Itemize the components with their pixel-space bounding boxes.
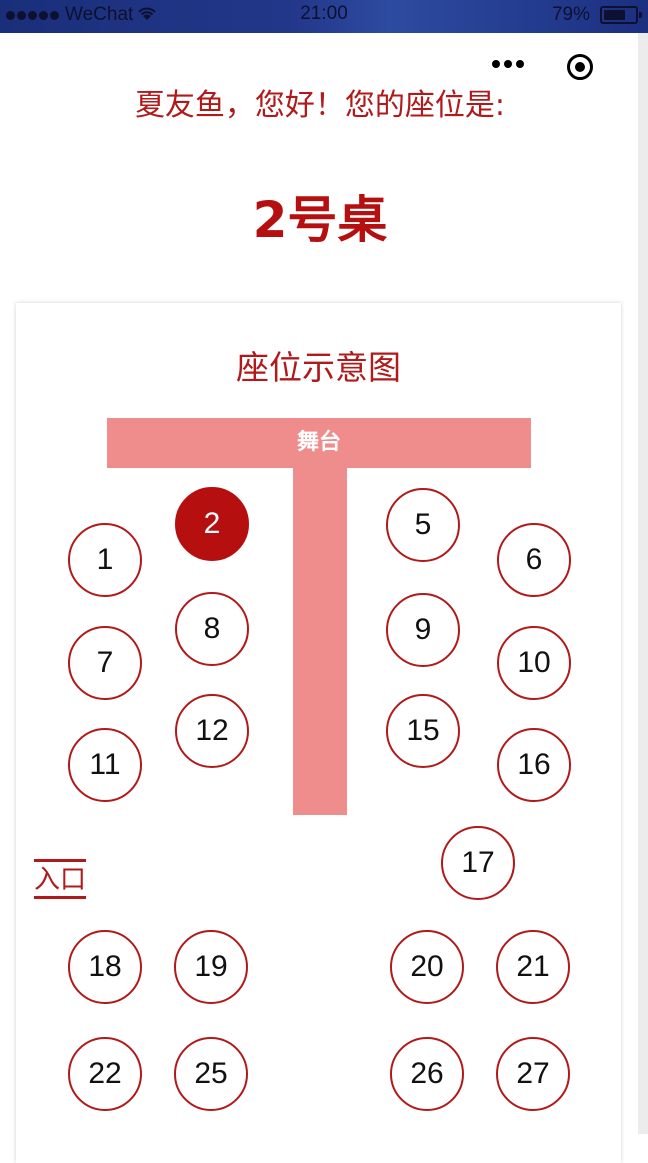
table-7[interactable]: 7 (68, 626, 142, 700)
seat-map-card: 座位示意图 舞台 1 2 5 6 7 8 9 10 11 12 15 16 17… (16, 303, 621, 1163)
battery-fill (604, 10, 625, 20)
table-18[interactable]: 18 (68, 930, 142, 1004)
battery-icon (600, 6, 642, 24)
status-time: 21:00 (300, 3, 348, 24)
status-bar: WeChat 21:00 79% (0, 0, 648, 33)
stage-runway (293, 467, 347, 815)
battery-cap (639, 12, 642, 18)
status-bar-right: 79% (551, 4, 642, 26)
table-11[interactable]: 11 (68, 728, 142, 802)
table-21[interactable]: 21 (496, 930, 570, 1004)
entrance-label: 入口 (34, 859, 87, 899)
table-22[interactable]: 22 (68, 1037, 142, 1111)
table-2[interactable]: 2 (175, 487, 249, 561)
table-19[interactable]: 19 (174, 930, 248, 1004)
table-26[interactable]: 26 (390, 1037, 464, 1111)
table-6[interactable]: 6 (497, 523, 571, 597)
table-8[interactable]: 8 (175, 592, 249, 666)
table-9[interactable]: 9 (386, 593, 460, 667)
battery-percent: 79% (551, 4, 590, 25)
table-16[interactable]: 16 (497, 728, 571, 802)
table-10[interactable]: 10 (497, 626, 571, 700)
seat-map-title: 座位示意图 (236, 348, 401, 387)
seat-result: 2号桌 (252, 191, 388, 249)
table-15[interactable]: 15 (386, 694, 460, 768)
table-27[interactable]: 27 (496, 1037, 570, 1111)
table-5[interactable]: 5 (386, 488, 460, 562)
table-20[interactable]: 20 (390, 930, 464, 1004)
more-dots-icon[interactable] (492, 60, 524, 68)
table-17[interactable]: 17 (441, 826, 515, 900)
stage-label: 舞台 (296, 430, 341, 455)
target-close-icon[interactable] (567, 54, 593, 80)
table-12[interactable]: 12 (175, 694, 249, 768)
table-25[interactable]: 25 (174, 1037, 248, 1111)
table-1[interactable]: 1 (68, 523, 142, 597)
greeting-text: 夏友鱼，您好！您的座位是: (134, 88, 506, 123)
